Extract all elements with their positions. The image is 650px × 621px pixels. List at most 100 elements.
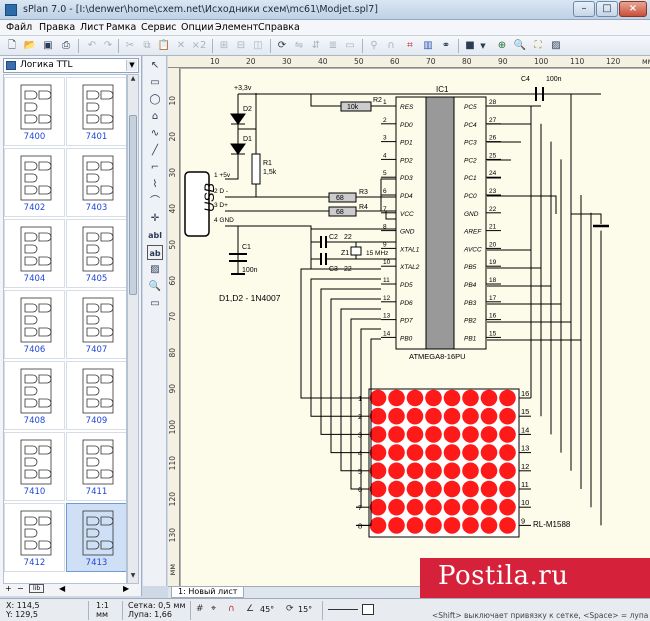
scroll-thumb[interactable]	[129, 115, 137, 295]
page-next-icon[interactable]: ▶	[123, 584, 129, 593]
menu-frame[interactable]: Рамка	[106, 22, 136, 33]
binoculars-icon[interactable]: ⚭	[438, 38, 454, 54]
magnet-toggle-icon[interactable]: ∩	[228, 604, 235, 614]
select-arrow-icon[interactable]: ↖	[147, 58, 163, 73]
library-tile-7402[interactable]: 7402	[4, 148, 65, 217]
library-scrollbar[interactable]: ▲ ▼	[127, 74, 139, 584]
library-tile-7401[interactable]: 7401	[66, 77, 126, 146]
magnet-icon[interactable]: ∩	[383, 38, 399, 54]
wire-icon[interactable]: ⌇	[147, 177, 163, 192]
ellipse-icon[interactable]: ◯	[147, 92, 163, 107]
open-folder-icon[interactable]: 📂	[22, 38, 38, 54]
color-picker-icon[interactable]: ■	[462, 38, 478, 54]
library-tile-7400[interactable]: 7400	[4, 77, 65, 146]
drawing-canvas[interactable]: 102030405060708090100110120мм 1020304050…	[168, 56, 650, 586]
scroll-up-icon[interactable]: ▲	[128, 75, 138, 86]
to-front-icon[interactable]: ◫	[250, 38, 266, 54]
snap-toggle-icon[interactable]: ⌖	[211, 604, 216, 614]
menu-sheet[interactable]: Лист	[80, 22, 104, 33]
chevron-down-icon[interactable]: ▼	[478, 38, 488, 54]
align-right-icon[interactable]: ▭	[342, 38, 358, 54]
junction-icon[interactable]: ✛	[147, 211, 163, 226]
library-tile-7406[interactable]: 7406	[4, 290, 65, 359]
new-file-icon[interactable]: 🗋	[4, 38, 20, 54]
capacitor-c3[interactable]	[320, 253, 327, 265]
print-icon[interactable]: ⎙	[58, 38, 74, 54]
scroll-down-icon[interactable]: ▼	[128, 572, 138, 583]
chevron-down-icon[interactable]: ▼	[126, 60, 137, 71]
mirror-h-icon[interactable]: ⇋	[291, 38, 307, 54]
polyline-icon[interactable]: ⌐	[147, 160, 163, 175]
save-icon[interactable]: ▣	[40, 38, 56, 54]
align-icon[interactable]: ≣	[325, 38, 341, 54]
redo-icon[interactable]: ↷	[100, 38, 116, 54]
photo-icon[interactable]: ▨	[548, 38, 564, 54]
menu-options[interactable]: Опции	[181, 22, 214, 33]
library-tile-7409[interactable]: 7409	[66, 361, 126, 430]
zoom-tool-icon[interactable]: 🔍	[147, 279, 163, 294]
diode-d1[interactable]	[230, 143, 246, 155]
line-width-preview[interactable]	[328, 609, 358, 610]
connect-icon[interactable]: ⌗	[402, 38, 418, 54]
resistor-r1[interactable]	[251, 153, 261, 185]
led-dot	[462, 480, 479, 498]
library-tile-7407[interactable]: 7407	[66, 290, 126, 359]
library-select[interactable]: Логика TTL ▼	[3, 58, 139, 73]
text-tool-icon[interactable]: abl	[147, 228, 163, 243]
zoom-icon[interactable]: ⊕	[494, 38, 510, 54]
group-icon[interactable]: ⊞	[216, 38, 232, 54]
tab-sheet-1[interactable]: 1: Новый лист	[171, 587, 245, 598]
library-tile-7410[interactable]: 7410	[4, 432, 65, 501]
snap-icon[interactable]: ⚲	[366, 38, 382, 54]
measure-icon[interactable]: ▭	[147, 296, 163, 311]
library-tile-7408[interactable]: 7408	[4, 361, 65, 430]
menu-element[interactable]: Элемент	[215, 22, 258, 33]
library-tile-7403[interactable]: 7403	[66, 148, 126, 217]
delete-icon[interactable]: ✕	[173, 38, 189, 54]
crystal-z1[interactable]	[350, 246, 362, 256]
image-icon[interactable]: ▨	[147, 262, 163, 277]
duplicate-button[interactable]: ×2	[190, 38, 208, 54]
line-icon[interactable]: ╱	[147, 143, 163, 158]
library-tile-7412[interactable]: 7412	[4, 503, 65, 572]
library-tile-7404[interactable]: 7404	[4, 219, 65, 288]
ic-body[interactable]	[425, 96, 455, 350]
library-tile-7405[interactable]: 7405	[66, 219, 126, 288]
textbox-icon[interactable]: ab	[147, 245, 163, 260]
frame-icon[interactable]: ⛶	[530, 38, 546, 54]
angle-45-icon[interactable]: ∠	[246, 604, 254, 614]
bezier-icon[interactable]: ∿	[147, 126, 163, 141]
grid-toggle-icon[interactable]: #	[196, 604, 204, 614]
page-label-icon[interactable]: lib	[29, 584, 45, 593]
menu-edit[interactable]: Правка	[39, 22, 75, 33]
parts-list-icon[interactable]: ▥	[420, 38, 436, 54]
rectangle-icon[interactable]: ▭	[147, 75, 163, 90]
mirror-v-icon[interactable]: ⇵	[308, 38, 324, 54]
page-add-icon[interactable]: +	[5, 584, 12, 593]
minimize-button[interactable]: –	[573, 1, 595, 17]
led-dot	[443, 444, 461, 461]
copy-icon[interactable]: ⧉	[139, 38, 155, 54]
page-prev-icon[interactable]: ◀	[59, 584, 65, 593]
undo-icon[interactable]: ↶	[84, 38, 100, 54]
menu-file[interactable]: Файл	[6, 22, 32, 33]
ungroup-icon[interactable]: ⊟	[233, 38, 249, 54]
rotate-icon[interactable]: ⟳	[274, 38, 290, 54]
paste-icon[interactable]: 📋	[156, 38, 172, 54]
library-tile-7413[interactable]: 7413	[66, 503, 126, 572]
curve-icon[interactable]: ⌒	[147, 194, 163, 209]
diode-d2[interactable]	[230, 113, 246, 125]
close-button[interactable]: ×	[619, 1, 647, 17]
library-tile-7411[interactable]: 7411	[66, 432, 126, 501]
menu-service[interactable]: Сервис	[141, 22, 177, 33]
angle-15-icon[interactable]: ⟳	[286, 604, 294, 614]
polygon-icon[interactable]: ⌂	[147, 109, 163, 124]
fill-preview[interactable]	[362, 604, 374, 615]
page-remove-icon[interactable]: −	[17, 584, 24, 593]
capacitor-c2[interactable]	[320, 236, 327, 248]
lens-icon[interactable]: 🔍	[512, 38, 528, 54]
maximize-button[interactable]: □	[596, 1, 618, 17]
cut-icon[interactable]: ✂	[122, 38, 138, 54]
drawing-sheet[interactable]: IC1 ATMEGA8-16PU 1 RES 2 PD0 3 PD1 4 PD2 5 PD3 6 PD4 7…	[181, 69, 650, 586]
menu-help[interactable]: Справка	[258, 22, 300, 33]
